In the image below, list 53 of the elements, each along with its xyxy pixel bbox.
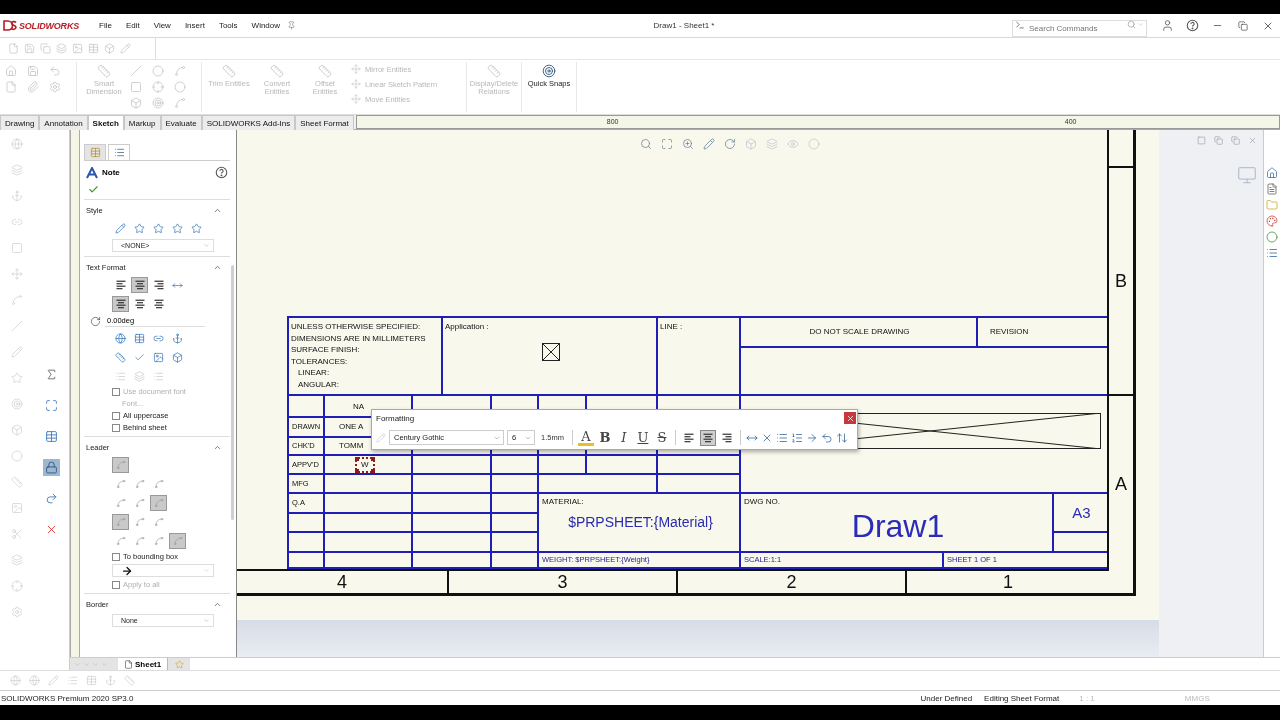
strikethrough-button[interactable]: S (653, 431, 670, 444)
material-value: $PRPSHEET:{Material} (568, 513, 713, 530)
sheet-size: A3 (1072, 503, 1091, 522)
window-title: Draw1 - Sheet1 * (652, 21, 716, 30)
note-text: SURFACE FINISH: (291, 344, 361, 356)
tab[interactable]: Evaluate (160, 115, 202, 130)
status-text: Editing Sheet Format (984, 693, 1060, 703)
tab[interactable]: Sketch (87, 115, 124, 130)
status-text: MMGS (1184, 693, 1210, 703)
font-color-button[interactable]: A (577, 429, 594, 446)
status-text: SOLIDWORKS Premium 2020 SP3.0 (1, 693, 134, 703)
logo-text: SOLIDWORKS (19, 20, 79, 31)
note-text: TOLERANCES: (291, 355, 349, 367)
tab[interactable]: Annotation (39, 115, 88, 130)
drawing-number: Draw1 (851, 508, 945, 543)
search-field[interactable]: Search Commands (1012, 20, 1147, 37)
warning-text: DO NOT SCALE DRAWING (809, 326, 910, 338)
zone-label: 2 (786, 572, 797, 592)
field-label: MATERIAL: (542, 496, 584, 508)
menu-item[interactable]: View (146, 19, 178, 32)
menu-item[interactable]: Window (244, 19, 288, 32)
underline-button[interactable]: U (634, 431, 651, 444)
field-label: REVISION (990, 326, 1029, 338)
menu-item[interactable]: File (92, 19, 119, 32)
zone-label: B (1115, 271, 1127, 291)
column-header: NA (353, 401, 365, 413)
note-text: ANGULAR: (297, 378, 340, 390)
name-text: ONE A (339, 421, 364, 433)
name-text: TOMM (339, 440, 364, 452)
zone-label: A (1115, 473, 1127, 494)
status-text: Under Defined (920, 693, 973, 703)
zone-label: 4 (337, 572, 347, 592)
menu-item[interactable]: Tools (211, 19, 245, 32)
field-label: LINE : (660, 321, 683, 333)
note-text: DIMENSIONS ARE IN MILLIMETERS (291, 332, 426, 344)
status-text: 1 : 1 (1079, 693, 1095, 703)
zone-label: 1 (1003, 572, 1013, 592)
note-text: UNLESS OTHERWISE SPECIFIED: (291, 321, 422, 333)
tab[interactable]: SOLIDWORKS Add-Ins (201, 115, 296, 130)
note-text: LINEAR: (297, 367, 331, 379)
field-label: Application : (445, 321, 489, 333)
italic-button[interactable]: I (615, 431, 632, 444)
tab[interactable]: Drawing (0, 115, 40, 130)
toolbar-title: Formatting (376, 413, 415, 423)
tab[interactable]: Sheet Format (295, 115, 354, 130)
field-label: DWG NO. (744, 496, 780, 508)
menu-item[interactable]: Edit (118, 19, 147, 32)
tab[interactable]: Markup (123, 115, 161, 130)
menu-item[interactable]: Insert (177, 19, 212, 32)
zone-label: 3 (557, 572, 568, 592)
bold-button[interactable]: B (596, 431, 613, 444)
panel-title: Note (102, 168, 121, 177)
note-edit-field[interactable]: W (355, 457, 375, 473)
